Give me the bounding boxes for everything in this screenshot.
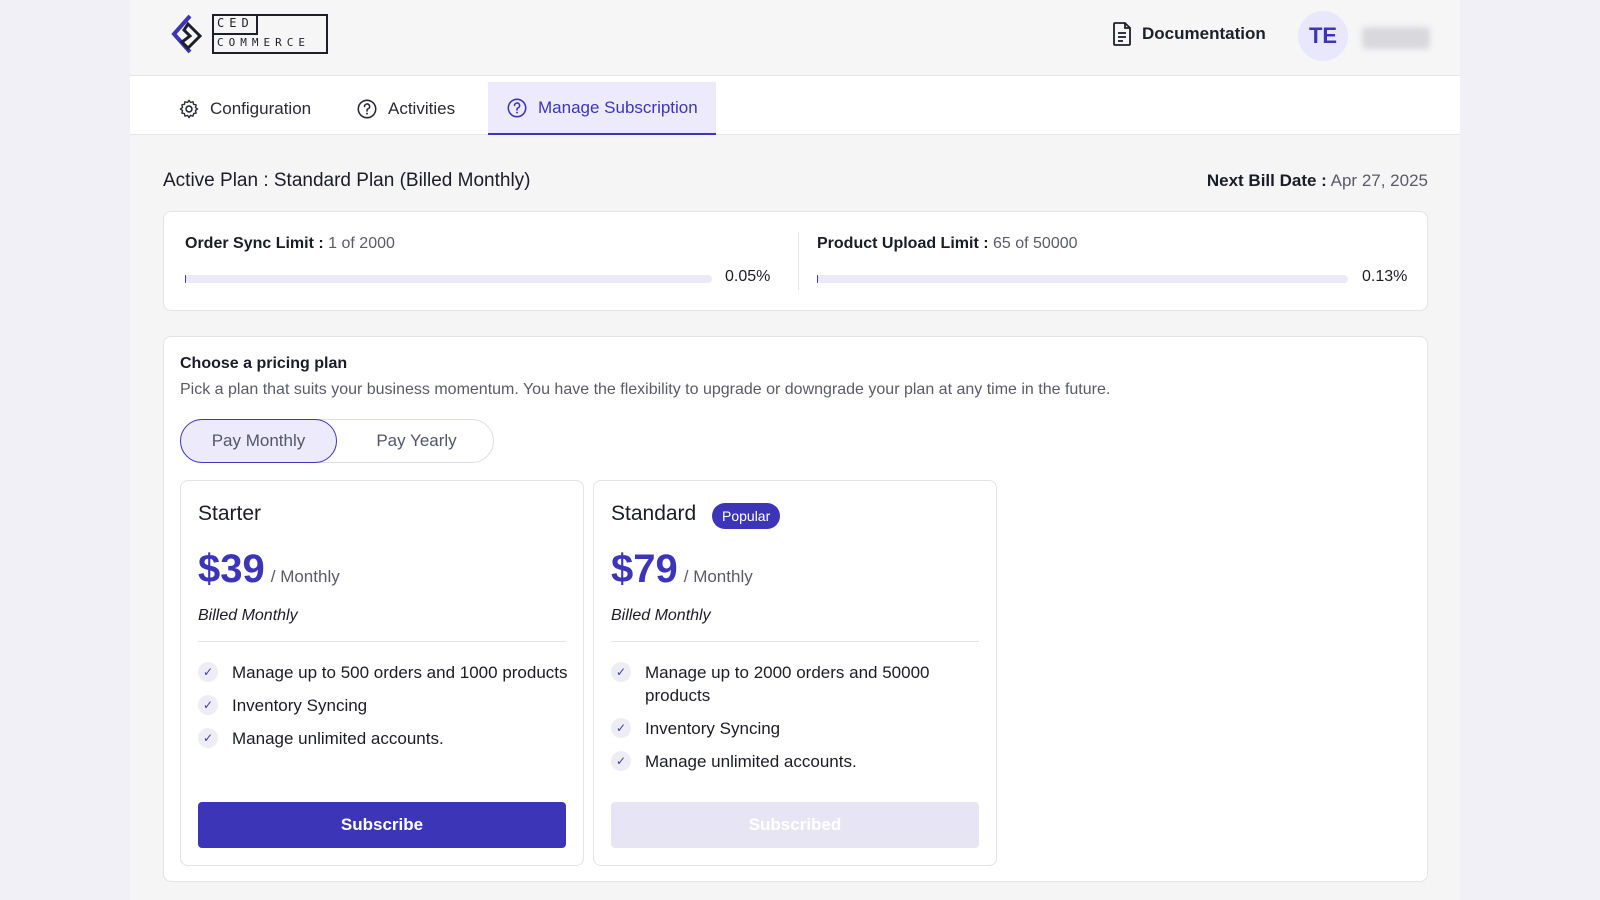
feature-list: ✓ Manage up to 500 orders and 1000 produ… (198, 661, 568, 760)
pricing-subtitle: Pick a plan that suits your business mom… (180, 381, 1111, 398)
top-header: CED COMMERCE Documentation TE (130, 0, 1460, 76)
product-upload-value: 65 of 50000 (993, 235, 1078, 252)
product-upload-label: Product Upload Limit : 65 of 50000 (817, 235, 1078, 253)
order-sync-progress-fill (185, 275, 186, 283)
product-upload-limit: Product Upload Limit : 65 of 50000 0.13% (817, 212, 1407, 312)
order-sync-label: Order Sync Limit : 1 of 2000 (185, 235, 395, 253)
billing-period-toggle: Pay Monthly Pay Yearly (180, 419, 494, 463)
pricing-section: Choose a pricing plan Pick a plan that s… (163, 336, 1428, 882)
next-bill-date: Next Bill Date : Apr 27, 2025 (1207, 171, 1428, 191)
document-icon (1113, 22, 1131, 46)
logo-mark-icon (171, 14, 203, 54)
product-upload-progress-bar (817, 275, 1348, 283)
app-root: CED COMMERCE Documentation TE Configurat… (130, 0, 1460, 900)
check-icon: ✓ (611, 718, 631, 738)
price-amount: $39 (198, 547, 265, 591)
usage-limits-card: Order Sync Limit : 1 of 2000 0.05% Produ… (163, 211, 1428, 311)
tab-configuration[interactable]: Configuration (160, 82, 329, 135)
pay-monthly-option[interactable]: Pay Monthly (180, 419, 337, 463)
product-upload-title: Product Upload Limit : (817, 235, 989, 252)
popular-badge: Popular (712, 503, 781, 529)
next-bill-value: Apr 27, 2025 (1330, 171, 1428, 190)
feature-item: ✓ Inventory Syncing (198, 694, 568, 717)
plan-divider (198, 641, 566, 642)
cedcommerce-logo[interactable]: CED COMMERCE (170, 14, 330, 56)
feature-item: ✓ Manage unlimited accounts. (611, 750, 981, 773)
product-upload-percent: 0.13% (1362, 268, 1408, 285)
feature-text: Inventory Syncing (645, 719, 781, 738)
question-icon (357, 99, 377, 118)
subscribed-button[interactable]: Subscribed (611, 802, 979, 848)
feature-item: ✓ Manage up to 2000 orders and 50000 pro… (611, 661, 981, 707)
product-upload-progress-fill (817, 275, 818, 283)
active-plan-heading: Active Plan : Standard Plan (Billed Mont… (163, 170, 531, 191)
subscribe-button[interactable]: Subscribe (198, 802, 566, 848)
tab-activities-label: Activities (388, 98, 456, 118)
tab-manage-subscription[interactable]: Manage Subscription (488, 82, 716, 135)
logo-text-bottom: COMMERCE (217, 36, 310, 49)
plan-card-standard: Standard Popular $79 / Monthly Billed Mo… (593, 480, 997, 866)
check-icon: ✓ (198, 695, 218, 715)
user-name-redacted[interactable] (1362, 27, 1430, 49)
feature-text: Manage unlimited accounts. (232, 729, 444, 748)
feature-item: ✓ Manage unlimited accounts. (198, 727, 568, 750)
feature-text: Manage up to 2000 orders and 50000 produ… (645, 663, 930, 705)
plan-price: $79 / Monthly (611, 547, 753, 592)
tab-configuration-label: Configuration (210, 98, 312, 118)
plan-card-starter: Starter $39 / Monthly Billed Monthly ✓ M… (180, 480, 584, 866)
user-avatar[interactable]: TE (1298, 11, 1348, 61)
limits-divider (798, 232, 799, 290)
main-tabs: Configuration Activities Manage Subscrip… (130, 76, 1460, 135)
next-bill-label: Next Bill Date : (1206, 171, 1327, 190)
price-period: / Monthly (270, 567, 340, 586)
tab-manage-subscription-label: Manage Subscription (538, 97, 698, 117)
question-icon (507, 98, 527, 117)
tab-activities[interactable]: Activities (338, 82, 473, 135)
plan-name: Standard (611, 502, 697, 525)
plan-billing: Billed Monthly (198, 607, 298, 624)
check-icon: ✓ (198, 728, 218, 748)
pricing-title: Choose a pricing plan (180, 355, 348, 372)
feature-list: ✓ Manage up to 2000 orders and 50000 pro… (611, 661, 981, 783)
feature-text: Inventory Syncing (232, 696, 368, 715)
order-sync-limit: Order Sync Limit : 1 of 2000 0.05% (185, 212, 770, 312)
order-sync-percent: 0.05% (725, 268, 771, 285)
check-icon: ✓ (611, 662, 631, 682)
documentation-label: Documentation (1142, 24, 1266, 43)
order-sync-value: 1 of 2000 (328, 235, 395, 252)
documentation-link[interactable]: Documentation (1112, 22, 1266, 46)
logo-text-top: CED (217, 16, 254, 30)
feature-text: Manage up to 500 orders and 1000 product… (232, 663, 568, 682)
feature-text: Manage unlimited accounts. (645, 752, 857, 771)
plan-price: $39 / Monthly (198, 547, 340, 592)
pay-yearly-option[interactable]: Pay Yearly (338, 419, 495, 463)
plan-divider (611, 641, 979, 642)
check-icon: ✓ (198, 662, 218, 682)
gear-icon (179, 99, 199, 118)
check-icon: ✓ (611, 751, 631, 771)
feature-item: ✓ Manage up to 500 orders and 1000 produ… (198, 661, 568, 684)
order-sync-title: Order Sync Limit : (185, 235, 324, 252)
price-amount: $79 (611, 547, 678, 591)
plan-billing: Billed Monthly (611, 607, 711, 624)
price-period: / Monthly (683, 567, 753, 586)
feature-item: ✓ Inventory Syncing (611, 717, 981, 740)
plan-name: Starter (198, 502, 262, 525)
order-sync-progress-bar (185, 275, 712, 283)
